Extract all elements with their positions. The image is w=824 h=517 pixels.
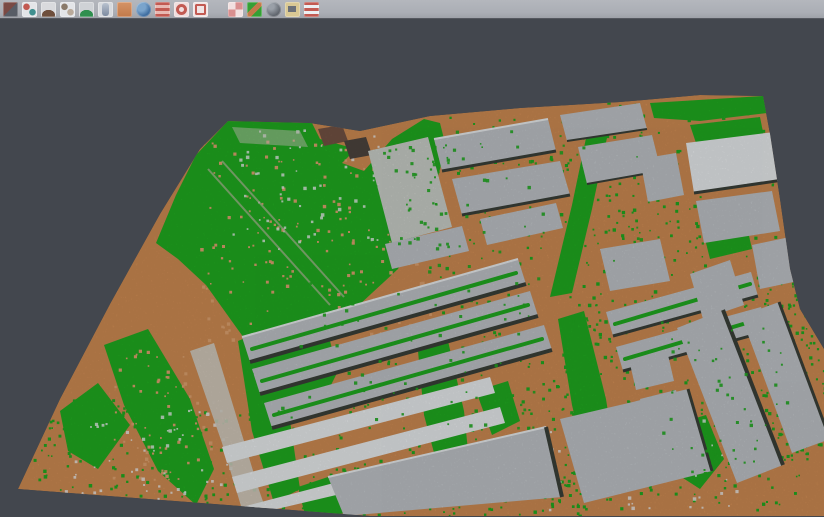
point-cloud-grain (0, 89, 824, 516)
classification-palette-icon[interactable] (247, 2, 262, 17)
globe-icon[interactable] (136, 2, 151, 17)
dem-hill-icon[interactable] (79, 2, 94, 17)
layers-icon[interactable] (155, 2, 170, 17)
open-cloud-icon[interactable] (3, 2, 18, 17)
toolbar-separator (212, 9, 224, 10)
render-sphere-icon[interactable] (266, 2, 281, 17)
profile-bar-icon[interactable] (98, 2, 113, 17)
sample-points-icon[interactable] (60, 2, 75, 17)
orthophoto-icon[interactable] (117, 2, 132, 17)
grid-checker-icon[interactable] (228, 2, 243, 17)
terrain-mound-icon[interactable] (41, 2, 56, 17)
viewport-3d-canvas[interactable] (0, 19, 824, 516)
note-tag-icon[interactable] (285, 2, 300, 17)
zoom-extents-icon[interactable] (193, 2, 208, 17)
merge-points-icon[interactable] (22, 2, 37, 17)
target-ring-icon[interactable] (174, 2, 189, 17)
flag-stripe-icon[interactable] (304, 2, 319, 17)
application-window (0, 0, 824, 517)
main-toolbar (0, 0, 824, 19)
